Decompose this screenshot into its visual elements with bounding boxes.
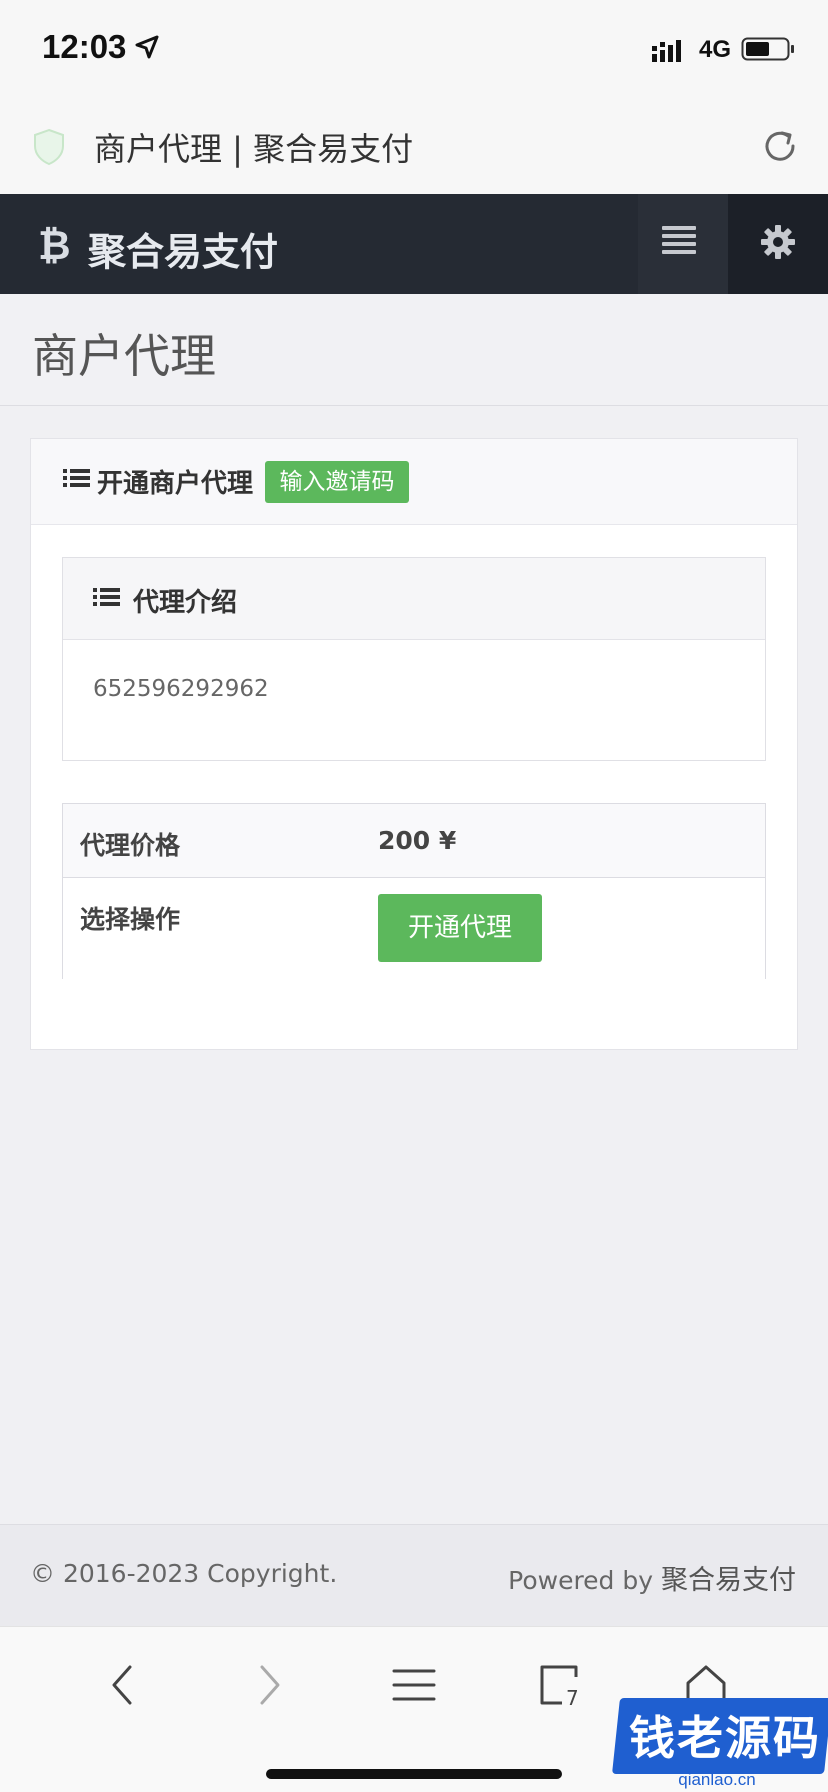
gear-icon (761, 225, 795, 259)
action-label: 选择操作 (80, 905, 181, 934)
table-row: 选择操作 开通代理 (63, 878, 765, 979)
price-table: 代理价格 200 ¥ 选择操作 开通代理 (62, 803, 766, 979)
intro-body: 652596292962 (93, 676, 269, 702)
activate-agent-button[interactable]: 开通代理 (378, 894, 542, 962)
powered-brand[interactable]: 聚合易支付 (661, 1565, 796, 1596)
table-row: 代理价格 200 ¥ (63, 804, 765, 878)
app-navbar: ₿ 聚合易支付 (0, 194, 828, 294)
menu-lines-icon[interactable] (386, 1657, 442, 1713)
agent-panel: 开通商户代理 输入邀请码 代理介绍 652596292962 代理价格 200 … (30, 438, 798, 1050)
home-indicator (266, 1769, 562, 1779)
price-label: 代理价格 (80, 831, 181, 860)
bitcoin-icon: ₿ (38, 223, 71, 269)
location-arrow-icon (135, 35, 159, 59)
panel-heading: 开通商户代理 输入邀请码 (31, 439, 797, 525)
shield-icon (34, 128, 64, 166)
footer: © 2016-2023 Copyright. Powered by 聚合易支付 (0, 1524, 828, 1626)
page-header: 商户代理 (0, 294, 828, 406)
browser-url-bar[interactable]: 商户代理 | 聚合易支付 (0, 98, 828, 194)
network-label: 4G (699, 36, 732, 63)
menu-toggle-button[interactable] (638, 194, 728, 294)
svg-text:7: 7 (566, 1686, 579, 1710)
powered-by: Powered by 聚合易支付 (508, 1558, 796, 1597)
forward-icon[interactable] (240, 1657, 296, 1713)
watermark-subtitle: qianlao.cn (678, 1770, 756, 1789)
intro-title: 代理介绍 (133, 588, 238, 618)
intro-box: 代理介绍 652596292962 (62, 557, 766, 761)
price-value: 200 ¥ (378, 826, 457, 855)
intro-heading: 代理介绍 (63, 558, 765, 640)
signal-icon (652, 40, 681, 62)
battery-icon (741, 37, 794, 61)
panel-title: 开通商户代理 (97, 469, 254, 499)
back-icon[interactable] (96, 1657, 152, 1713)
browser-page-title: 商户代理 | 聚合易支付 (94, 130, 414, 168)
status-time: 12:03 (42, 28, 127, 65)
watermark-title: 钱老源码 (629, 1711, 821, 1765)
watermark-logo: 钱老源码 qianlao.cn (606, 1690, 828, 1789)
powered-prefix: Powered by (508, 1566, 661, 1595)
page-title: 商户代理 (32, 329, 216, 383)
invite-code-button[interactable]: 输入邀请码 (265, 461, 409, 503)
status-bar: 12:03 4G (0, 0, 828, 98)
tabs-icon[interactable]: 7 (532, 1657, 588, 1713)
brand-title[interactable]: 聚合易支付 (88, 221, 278, 276)
copyright-text: © 2016-2023 Copyright. (30, 1559, 338, 1588)
reload-icon[interactable] (760, 126, 800, 166)
menu-icon (662, 226, 696, 256)
settings-button[interactable] (728, 194, 828, 294)
